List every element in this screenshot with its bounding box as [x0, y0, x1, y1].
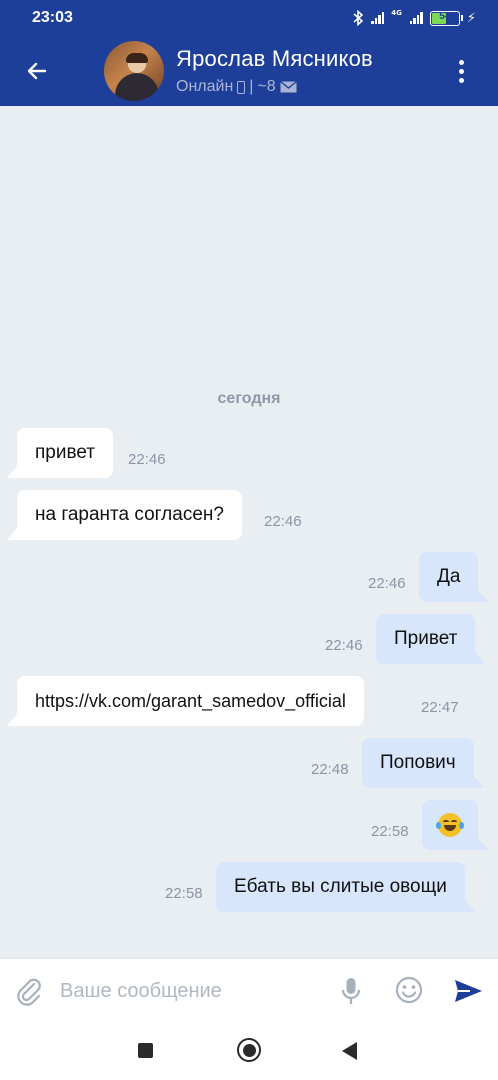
- battery-level: 54: [439, 10, 451, 22]
- status-time: 23:03: [32, 9, 73, 26]
- emoji-icon: [395, 976, 423, 1004]
- message-time: 22:46: [128, 451, 166, 468]
- more-menu-button[interactable]: [446, 56, 476, 86]
- message-text: Ебать вы слитые овощи: [234, 876, 447, 897]
- composer-bar: [0, 958, 498, 1022]
- message-text: Привет: [394, 628, 458, 649]
- message-time: 22:58: [165, 885, 203, 902]
- attach-icon: [17, 978, 41, 1006]
- voice-message-button[interactable]: [338, 976, 364, 1006]
- mic-icon: [341, 978, 361, 1004]
- system-back-button[interactable]: [342, 1042, 357, 1060]
- battery-icon: 54: [429, 10, 463, 26]
- signal-4g-icon: [409, 12, 423, 24]
- message-time: 22:46: [368, 575, 406, 592]
- presence-status: Онлайн: [176, 78, 234, 95]
- message-text: Да: [437, 566, 461, 587]
- charging-icon: ⚡: [466, 10, 476, 26]
- presence-separator: |: [249, 78, 254, 95]
- message-time: 22:47: [421, 699, 459, 716]
- message-bubble-outgoing[interactable]: Попович: [362, 738, 484, 788]
- message-bubble-incoming[interactable]: https://vk.com/garant_samedov_official: [7, 676, 364, 726]
- more-vertical-icon: [458, 59, 464, 65]
- bluetooth-icon: [353, 10, 364, 26]
- back-arrow-icon: [27, 62, 47, 80]
- message-bubble-outgoing[interactable]: Да: [419, 552, 489, 602]
- phone-icon: [237, 80, 246, 94]
- avatar[interactable]: [104, 41, 164, 101]
- system-nav-bar: [0, 1022, 498, 1080]
- laughing-tears-emoji: [436, 813, 464, 837]
- message-time: 22:48: [311, 761, 349, 778]
- message-bubble-outgoing[interactable]: Привет: [376, 614, 486, 664]
- contact-name[interactable]: Ярослав Мясников: [176, 46, 373, 72]
- send-icon: [455, 980, 482, 1002]
- message-time: 22:58: [371, 823, 409, 840]
- recent-apps-button[interactable]: [138, 1043, 153, 1058]
- message-bubble-incoming[interactable]: на гаранта согласен?: [7, 490, 242, 540]
- message-text: привет: [35, 442, 95, 463]
- status-bar: 23:03 4G 54 ⚡: [0, 0, 498, 36]
- unread-count: ~8: [257, 78, 276, 95]
- send-button[interactable]: [452, 975, 484, 1007]
- back-button[interactable]: [20, 54, 54, 88]
- message-text: Попович: [380, 752, 456, 773]
- presence-line: Онлайн | ~8: [176, 78, 297, 96]
- emoji-button[interactable]: [394, 975, 424, 1005]
- home-icon: [242, 1043, 256, 1057]
- message-bubble-outgoing[interactable]: [422, 800, 488, 850]
- mail-icon: [279, 81, 297, 93]
- status-icons: 4G 54 ⚡: [352, 10, 476, 26]
- message-input[interactable]: [60, 973, 310, 1009]
- message-text: на гаранта согласен?: [35, 504, 224, 525]
- message-link[interactable]: https://vk.com/garant_samedov_official: [35, 691, 346, 712]
- message-time: 22:46: [325, 637, 363, 654]
- message-bubble-incoming[interactable]: привет: [7, 428, 113, 478]
- message-bubble-outgoing[interactable]: Ебать вы слитые овощи: [216, 862, 475, 912]
- signal-4g-label: 4G: [391, 9, 402, 17]
- chat-header: Ярослав Мясников Онлайн | ~8: [0, 36, 498, 106]
- date-divider: сегодня: [217, 390, 281, 407]
- signal-icon: [371, 12, 385, 24]
- message-time: 22:46: [264, 513, 302, 530]
- home-button[interactable]: [237, 1038, 261, 1062]
- attach-button[interactable]: [14, 976, 44, 1006]
- message-list[interactable]: сегодня привет 22:46 на гаранта согласен…: [0, 106, 498, 958]
